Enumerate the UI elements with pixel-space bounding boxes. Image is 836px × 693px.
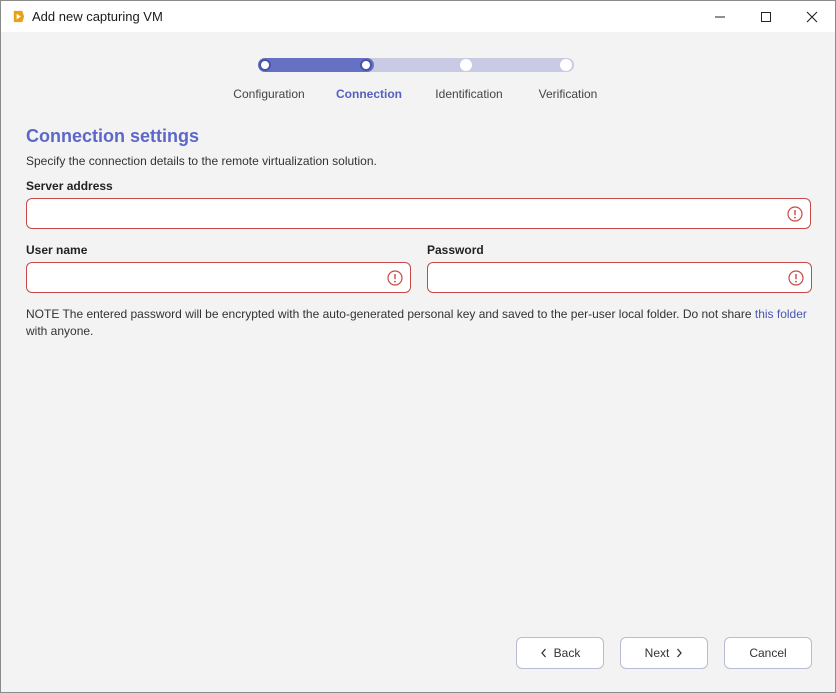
minimize-icon <box>715 16 725 17</box>
step-dot-connection <box>360 59 372 71</box>
user-name-input[interactable] <box>35 268 375 288</box>
stepper-progress <box>258 58 374 72</box>
step-label-identification: Identification <box>435 87 503 101</box>
step-dot-configuration <box>259 59 271 71</box>
step-label-connection: Connection <box>336 87 402 101</box>
back-button[interactable]: Back <box>516 637 604 669</box>
error-icon <box>387 270 403 286</box>
app-logo-icon <box>13 10 25 23</box>
step-dot-identification <box>460 59 472 71</box>
section-title: Connection settings <box>26 126 200 146</box>
back-button-label: Back <box>553 646 581 660</box>
server-address-field <box>26 198 811 229</box>
password-note: NOTE The entered password will be encryp… <box>26 306 816 340</box>
next-button-label: Next <box>644 646 670 660</box>
chevron-right-icon <box>677 648 683 658</box>
server-address-label: Server address <box>26 179 113 193</box>
title-bar[interactable]: Add new capturing VM <box>1 1 835 32</box>
password-label: Password <box>427 243 484 257</box>
cancel-button-label: Cancel <box>749 646 787 660</box>
error-icon <box>788 270 804 286</box>
minimize-button[interactable] <box>697 1 743 32</box>
window-title: Add new capturing VM <box>32 9 163 24</box>
chevron-left-icon <box>540 648 546 658</box>
dialog-window: Add new capturing VM Configuration Conne… <box>0 0 836 693</box>
step-label-verification: Verification <box>538 87 598 101</box>
password-input[interactable] <box>436 268 776 288</box>
cancel-button[interactable]: Cancel <box>724 637 812 669</box>
note-text: NOTE The entered password will be encryp… <box>26 307 755 321</box>
step-label-configuration: Configuration <box>233 87 305 101</box>
wizard-stepper: Configuration Connection Identification … <box>1 55 835 105</box>
maximize-icon <box>761 11 771 22</box>
server-address-input[interactable] <box>35 204 775 224</box>
close-icon <box>806 11 818 22</box>
user-name-field <box>26 262 411 293</box>
note-tail: with anyone. <box>26 324 94 338</box>
folder-link[interactable]: this folder <box>755 307 807 321</box>
user-name-label: User name <box>26 243 88 257</box>
section-description: Specify the connection details to the re… <box>26 154 377 168</box>
password-field <box>427 262 812 293</box>
next-button[interactable]: Next <box>620 637 708 669</box>
step-dot-verification <box>560 59 572 71</box>
maximize-button[interactable] <box>743 1 789 32</box>
close-button[interactable] <box>789 1 835 32</box>
error-icon <box>787 206 803 222</box>
